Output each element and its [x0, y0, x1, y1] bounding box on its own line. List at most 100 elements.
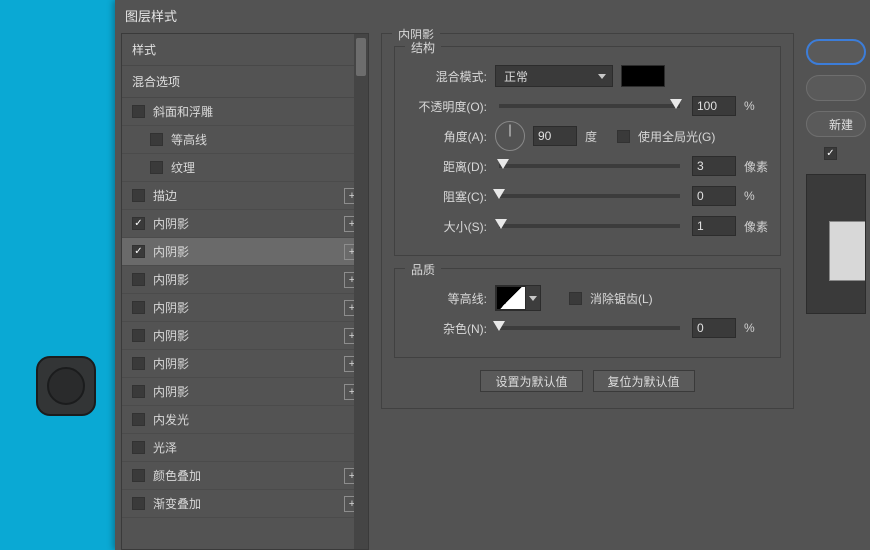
preview-check-row: [806, 147, 866, 160]
distance-row: 距离(D): 像素: [407, 151, 768, 181]
style-checkbox[interactable]: [132, 469, 145, 482]
style-item[interactable]: 颜色叠加: [122, 462, 368, 490]
distance-slider[interactable]: [499, 164, 680, 168]
style-label: 内阴影: [153, 327, 344, 344]
contour-dropdown-icon: [526, 286, 540, 310]
styles-header[interactable]: 样式: [122, 34, 368, 66]
style-item[interactable]: 纹理: [122, 154, 368, 182]
make-default-button[interactable]: 设置为默认值: [480, 370, 582, 392]
angle-input[interactable]: [533, 126, 577, 146]
style-checkbox[interactable]: [132, 413, 145, 426]
preview-checkbox[interactable]: [824, 147, 837, 160]
preview-box: [806, 174, 866, 314]
scroll-thumb[interactable]: [356, 38, 366, 76]
style-checkbox[interactable]: [150, 133, 163, 146]
style-label: 内阴影: [153, 299, 344, 316]
style-item[interactable]: 内发光: [122, 406, 368, 434]
choke-row: 阻塞(C): %: [407, 181, 768, 211]
angle-label: 角度(A):: [407, 128, 487, 145]
global-light-checkbox[interactable]: [617, 130, 630, 143]
settings-column: 内阴影 结构 混合模式: 正常 不透明度(O):: [377, 33, 798, 550]
dialog-body: 样式 混合选项 斜面和浮雕等高线纹理描边内阴影内阴影内阴影内阴影内阴影内阴影内阴…: [115, 33, 870, 550]
opacity-input[interactable]: [692, 96, 736, 116]
styles-scrollbar[interactable]: [354, 34, 368, 549]
distance-input[interactable]: [692, 156, 736, 176]
style-label: 内阴影: [153, 271, 344, 288]
angle-hand: [510, 125, 511, 137]
right-column: 新建: [806, 33, 866, 550]
choke-thumb[interactable]: [493, 189, 505, 199]
reset-default-button[interactable]: 复位为默认值: [593, 370, 695, 392]
style-item[interactable]: 内阴影: [122, 294, 368, 322]
antialias-label: 消除锯齿(L): [590, 290, 653, 307]
dialog-title: 图层样式: [115, 0, 870, 33]
size-thumb[interactable]: [495, 219, 507, 229]
style-checkbox[interactable]: [132, 245, 145, 258]
new-style-button[interactable]: 新建: [806, 111, 866, 137]
opacity-unit: %: [744, 99, 768, 113]
style-checkbox[interactable]: [150, 161, 163, 174]
style-checkbox[interactable]: [132, 301, 145, 314]
distance-label: 距离(D):: [407, 158, 487, 175]
noise-input[interactable]: [692, 318, 736, 338]
styles-column: 样式 混合选项 斜面和浮雕等高线纹理描边内阴影内阴影内阴影内阴影内阴影内阴影内阴…: [121, 33, 369, 550]
contour-swatch: [496, 286, 526, 310]
new-style-label: 新建: [829, 116, 853, 133]
layer-style-dialog: 图层样式 样式 混合选项 斜面和浮雕等高线纹理描边内阴影内阴影内阴影内阴影内阴影…: [115, 0, 870, 550]
style-label: 光泽: [153, 439, 360, 456]
contour-picker[interactable]: [495, 285, 541, 311]
style-item[interactable]: 内阴影: [122, 378, 368, 406]
style-checkbox[interactable]: [132, 497, 145, 510]
style-item[interactable]: 内阴影: [122, 322, 368, 350]
noise-unit: %: [744, 321, 768, 335]
size-unit: 像素: [744, 218, 768, 235]
noise-thumb[interactable]: [493, 321, 505, 331]
blend-mode-select[interactable]: 正常: [495, 65, 613, 87]
structure-group: 结构 混合模式: 正常 不透明度(O): %: [394, 46, 781, 256]
blend-options-header[interactable]: 混合选项: [122, 66, 368, 98]
style-checkbox[interactable]: [132, 385, 145, 398]
style-item[interactable]: 内阴影: [122, 266, 368, 294]
contour-label: 等高线:: [407, 290, 487, 307]
noise-row: 杂色(N): %: [407, 313, 768, 343]
default-buttons-row: 设置为默认值 复位为默认值: [394, 370, 781, 392]
style-item[interactable]: 描边: [122, 182, 368, 210]
blend-mode-label: 混合模式:: [407, 68, 487, 85]
size-row: 大小(S): 像素: [407, 211, 768, 241]
style-label: 内阴影: [153, 243, 344, 260]
opacity-thumb[interactable]: [670, 99, 682, 109]
style-checkbox[interactable]: [132, 105, 145, 118]
size-input[interactable]: [692, 216, 736, 236]
opacity-slider[interactable]: [499, 104, 680, 108]
angle-dial[interactable]: [495, 121, 525, 151]
style-checkbox[interactable]: [132, 217, 145, 230]
noise-label: 杂色(N):: [407, 320, 487, 337]
noise-slider[interactable]: [499, 326, 680, 330]
style-item[interactable]: 光泽: [122, 434, 368, 462]
canvas-circle: [47, 367, 85, 405]
style-item[interactable]: 内阴影: [122, 350, 368, 378]
cancel-button[interactable]: [806, 75, 866, 101]
global-light-label: 使用全局光(G): [638, 128, 715, 145]
size-label: 大小(S):: [407, 218, 487, 235]
style-checkbox[interactable]: [132, 441, 145, 454]
style-label: 斜面和浮雕: [153, 103, 360, 120]
ok-button[interactable]: [806, 39, 866, 65]
style-item[interactable]: 内阴影: [122, 238, 368, 266]
blend-color-swatch[interactable]: [621, 65, 665, 87]
style-checkbox[interactable]: [132, 357, 145, 370]
style-item[interactable]: 渐变叠加: [122, 490, 368, 518]
style-checkbox[interactable]: [132, 189, 145, 202]
style-item[interactable]: 斜面和浮雕: [122, 98, 368, 126]
distance-thumb[interactable]: [497, 159, 509, 169]
style-checkbox[interactable]: [132, 329, 145, 342]
choke-input[interactable]: [692, 186, 736, 206]
size-slider[interactable]: [499, 224, 680, 228]
antialias-checkbox[interactable]: [569, 292, 582, 305]
choke-slider[interactable]: [499, 194, 680, 198]
style-item[interactable]: 内阴影: [122, 210, 368, 238]
styles-list: 样式 混合选项 斜面和浮雕等高线纹理描边内阴影内阴影内阴影内阴影内阴影内阴影内阴…: [122, 34, 368, 549]
style-label: 纹理: [171, 159, 360, 176]
style-item[interactable]: 等高线: [122, 126, 368, 154]
style-checkbox[interactable]: [132, 273, 145, 286]
